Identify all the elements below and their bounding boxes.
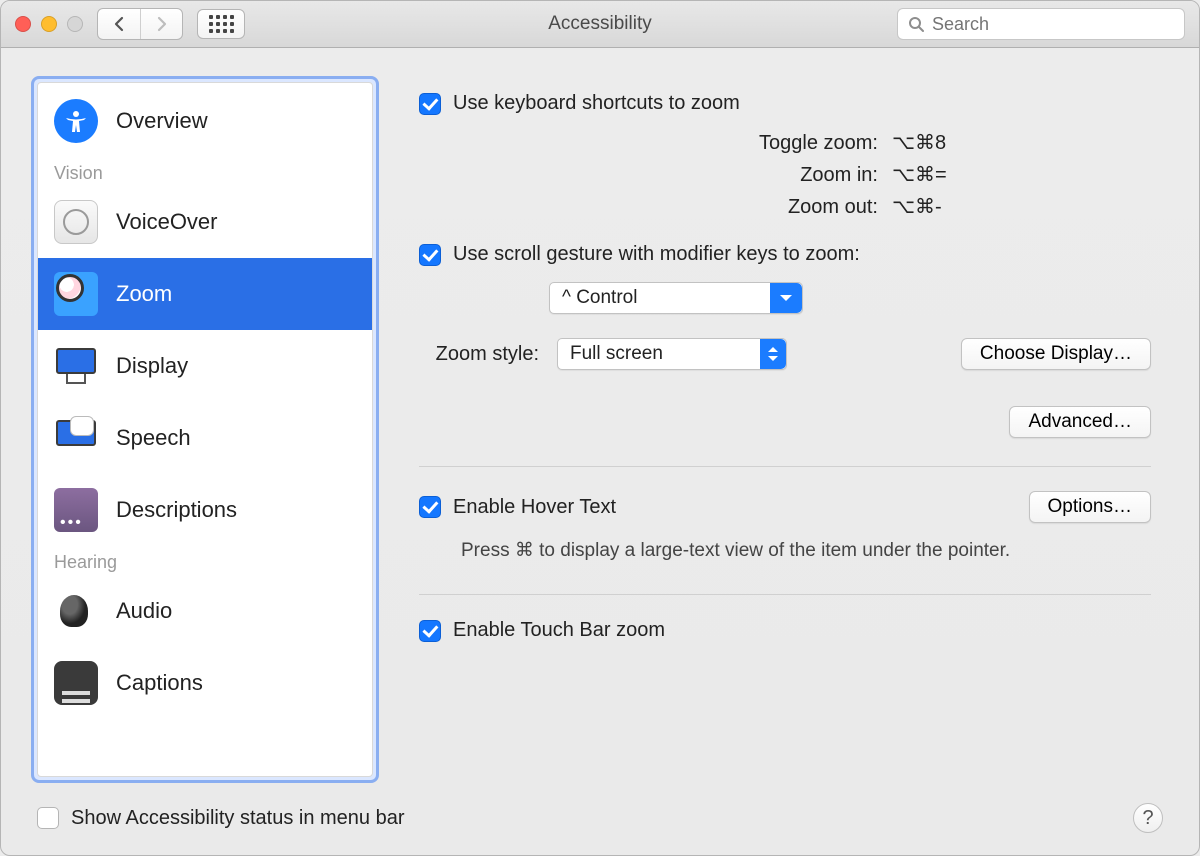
zoom-out-label: Zoom out: — [558, 191, 878, 223]
advanced-row: Advanced… — [419, 406, 1151, 438]
maximize-button[interactable] — [67, 16, 83, 32]
toggle-zoom-keys: ⌥⌘8 — [892, 127, 1012, 159]
divider — [419, 594, 1151, 595]
hover-checkbox[interactable] — [419, 496, 441, 518]
touchbar-checkbox[interactable] — [419, 620, 441, 642]
sidebar-item-label: VoiceOver — [116, 209, 218, 235]
use-scroll-label: Use scroll gesture with modifier keys to… — [453, 243, 860, 266]
window-body: Overview Vision VoiceOver Zoom Display — [1, 48, 1199, 855]
sidebar-item-descriptions[interactable]: Descriptions — [38, 474, 372, 546]
shortcuts-table: Toggle zoom: ⌥⌘8 Zoom in: ⌥⌘= Zoom out: ⌥⌘- — [558, 127, 1012, 223]
sidebar-item-label: Display — [116, 353, 188, 379]
status-menubar-checkbox[interactable] — [37, 807, 59, 829]
sidebar-item-display[interactable]: Display — [38, 330, 372, 402]
chevron-down-icon — [770, 283, 802, 313]
help-icon: ? — [1142, 807, 1153, 830]
grid-icon — [209, 15, 234, 33]
zoom-style-select[interactable]: Full screen — [557, 338, 787, 370]
divider — [419, 466, 1151, 467]
use-scroll-row: Use scroll gesture with modifier keys to… — [419, 243, 1151, 266]
display-icon — [54, 344, 98, 388]
use-scroll-checkbox[interactable] — [419, 244, 441, 266]
hover-hint: Press ⌘ to display a large-text view of … — [461, 539, 1151, 562]
forward-button[interactable] — [140, 9, 182, 39]
show-all-button[interactable] — [197, 9, 245, 39]
back-button[interactable] — [98, 9, 140, 39]
advanced-button[interactable]: Advanced… — [1009, 406, 1151, 438]
search-field[interactable] — [897, 8, 1185, 40]
use-keyboard-label: Use keyboard shortcuts to zoom — [453, 92, 740, 115]
close-button[interactable] — [15, 16, 31, 32]
zoom-style-row: Zoom style: Full screen Choose Display… — [419, 338, 1151, 370]
zoom-icon — [54, 272, 98, 316]
touchbar-label: Enable Touch Bar zoom — [453, 619, 665, 642]
sidebar-item-label: Audio — [116, 598, 172, 624]
sidebar-focus-ring: Overview Vision VoiceOver Zoom Display — [31, 76, 379, 783]
sidebar-item-overview[interactable]: Overview — [38, 85, 372, 157]
zoom-style-value: Full screen — [570, 343, 663, 365]
sidebar-item-label: Overview — [116, 108, 208, 134]
zoom-in-label: Zoom in: — [558, 159, 878, 191]
sidebar-item-label: Zoom — [116, 281, 172, 307]
titlebar: Accessibility — [1, 1, 1199, 48]
sidebar-item-voiceover[interactable]: VoiceOver — [38, 186, 372, 258]
search-input[interactable] — [932, 14, 1174, 35]
voiceover-icon — [54, 200, 98, 244]
sidebar-item-audio[interactable]: Audio — [38, 575, 372, 647]
hover-row: Enable Hover Text Options… — [419, 491, 1151, 523]
search-icon — [908, 16, 924, 32]
use-keyboard-checkbox[interactable] — [419, 93, 441, 115]
help-button[interactable]: ? — [1133, 803, 1163, 833]
toggle-zoom-label: Toggle zoom: — [558, 127, 878, 159]
sidebar-item-speech[interactable]: Speech — [38, 402, 372, 474]
speech-icon — [54, 416, 98, 460]
settings-panel: Use keyboard shortcuts to zoom Toggle zo… — [407, 76, 1169, 783]
hover-options-button[interactable]: Options… — [1029, 491, 1151, 523]
updown-icon — [760, 339, 786, 369]
scroll-modifier-dropdown[interactable]: ^ Control — [549, 282, 803, 314]
scroll-modifier-value: ^ Control — [562, 287, 637, 309]
preferences-window: Accessibility Overview Vision — [0, 0, 1200, 856]
traffic-lights — [15, 16, 83, 32]
choose-display-button[interactable]: Choose Display… — [961, 338, 1151, 370]
chevron-right-icon — [156, 16, 168, 32]
sidebar-item-label: Descriptions — [116, 497, 237, 523]
zoom-in-keys: ⌥⌘= — [892, 159, 1012, 191]
descriptions-icon — [54, 488, 98, 532]
sidebar-item-captions[interactable]: Captions — [38, 647, 372, 719]
sidebar-item-zoom[interactable]: Zoom — [38, 258, 372, 330]
sidebar-item-label: Captions — [116, 670, 203, 696]
audio-icon — [54, 589, 98, 633]
sidebar-group-vision: Vision — [38, 157, 372, 186]
sidebar-item-label: Speech — [116, 425, 191, 451]
use-keyboard-row: Use keyboard shortcuts to zoom — [419, 92, 1151, 115]
captions-icon — [54, 661, 98, 705]
touchbar-row: Enable Touch Bar zoom — [419, 619, 1151, 642]
chevron-left-icon — [113, 16, 125, 32]
zoom-style-label: Zoom style: — [419, 343, 539, 366]
footer: Show Accessibility status in menu bar ? — [31, 793, 1169, 841]
nav-back-forward — [97, 8, 183, 40]
minimize-button[interactable] — [41, 16, 57, 32]
sidebar-group-hearing: Hearing — [38, 546, 372, 575]
hover-label: Enable Hover Text — [453, 496, 616, 519]
sidebar[interactable]: Overview Vision VoiceOver Zoom Display — [37, 82, 373, 777]
zoom-out-keys: ⌥⌘- — [892, 191, 1012, 223]
columns: Overview Vision VoiceOver Zoom Display — [31, 76, 1169, 783]
status-menubar-label: Show Accessibility status in menu bar — [71, 807, 405, 830]
accessibility-icon — [54, 99, 98, 143]
